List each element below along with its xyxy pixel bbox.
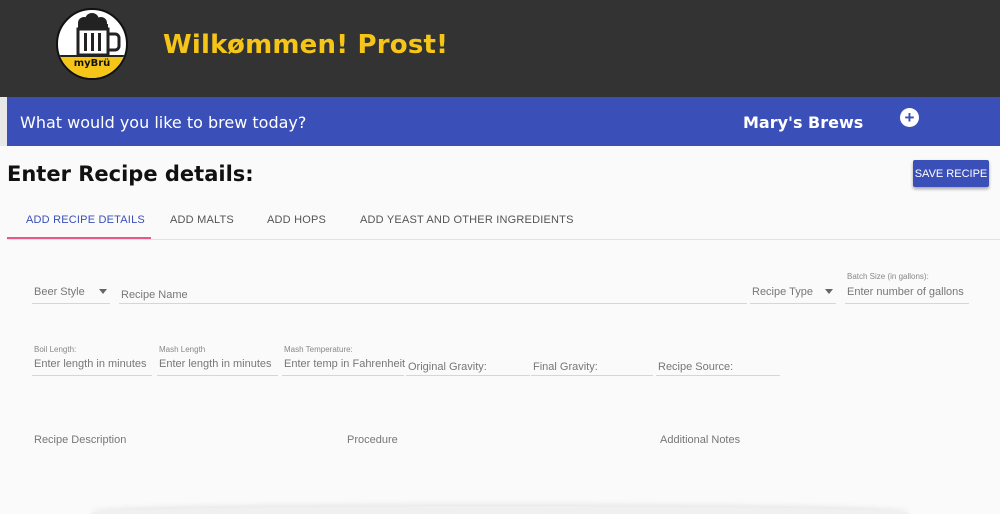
mash-temperature-input[interactable]: Enter temp in Fahrenheit <box>282 352 406 376</box>
logo-text: myBrü <box>73 58 111 69</box>
add-icon[interactable]: + <box>900 108 919 127</box>
tab-add-yeast[interactable]: ADD YEAST AND OTHER INGREDIENTS <box>360 214 574 226</box>
top-header: myBrü Wilkømmen! Prost! <box>0 0 1000 97</box>
page-title: Enter Recipe details: <box>7 162 254 186</box>
beer-style-select[interactable]: Beer Style <box>32 280 110 304</box>
tab-add-hops[interactable]: ADD HOPS <box>267 214 326 226</box>
recipe-name-placeholder: Recipe Name <box>121 289 188 301</box>
original-gravity-input[interactable]: Original Gravity: <box>406 352 530 376</box>
mash-temperature-placeholder: Enter temp in Fahrenheit <box>284 358 406 370</box>
additional-notes-textarea[interactable]: Additional Notes <box>660 434 740 446</box>
save-recipe-button[interactable]: SAVE RECIPE <box>913 160 989 187</box>
recipe-type-select[interactable]: Recipe Type <box>750 280 836 304</box>
beer-style-value: Beer Style <box>34 286 85 298</box>
recipe-description-textarea[interactable]: Recipe Description <box>34 434 126 446</box>
beer-mug-icon <box>58 13 126 78</box>
batch-size-placeholder: Enter number of gallons <box>847 286 964 298</box>
chevron-down-icon <box>99 289 107 294</box>
welcome-heading: Wilkømmen! Prost! <box>163 30 449 60</box>
active-tab-indicator <box>7 237 151 239</box>
recipe-form-card: Enter Recipe details: SAVE RECIPE ADD RE… <box>0 146 1000 514</box>
tab-add-recipe-details[interactable]: ADD RECIPE DETAILS <box>26 214 145 226</box>
recipe-source-input[interactable]: Recipe Source: <box>656 352 780 376</box>
user-brews-link[interactable]: Mary's Brews <box>743 113 863 132</box>
boil-length-placeholder: Enter length in minutes <box>34 358 147 370</box>
recipe-name-input[interactable]: Recipe Name <box>119 280 747 304</box>
mash-length-input[interactable]: Enter length in minutes <box>157 352 278 376</box>
final-gravity-input[interactable]: Final Gravity: <box>531 352 653 376</box>
mash-length-placeholder: Enter length in minutes <box>159 358 272 370</box>
boil-length-input[interactable]: Enter length in minutes <box>32 352 152 376</box>
card-divider <box>90 506 910 514</box>
batch-size-input[interactable]: Enter number of gallons <box>845 280 969 304</box>
chevron-down-icon <box>825 289 833 294</box>
brew-question: What would you like to brew today? <box>20 113 307 132</box>
tab-add-malts[interactable]: ADD MALTS <box>170 214 234 226</box>
original-gravity-placeholder: Original Gravity: <box>408 361 487 373</box>
mybru-logo[interactable]: myBrü <box>56 8 128 80</box>
nav-bar: What would you like to brew today? Mary'… <box>7 97 1000 146</box>
recipe-source-placeholder: Recipe Source: <box>658 361 734 373</box>
recipe-type-value: Recipe Type <box>752 286 813 298</box>
final-gravity-placeholder: Final Gravity: <box>533 361 598 373</box>
procedure-textarea[interactable]: Procedure <box>347 434 398 446</box>
recipe-tabs: ADD RECIPE DETAILS ADD MALTS ADD HOPS AD… <box>7 202 1000 240</box>
